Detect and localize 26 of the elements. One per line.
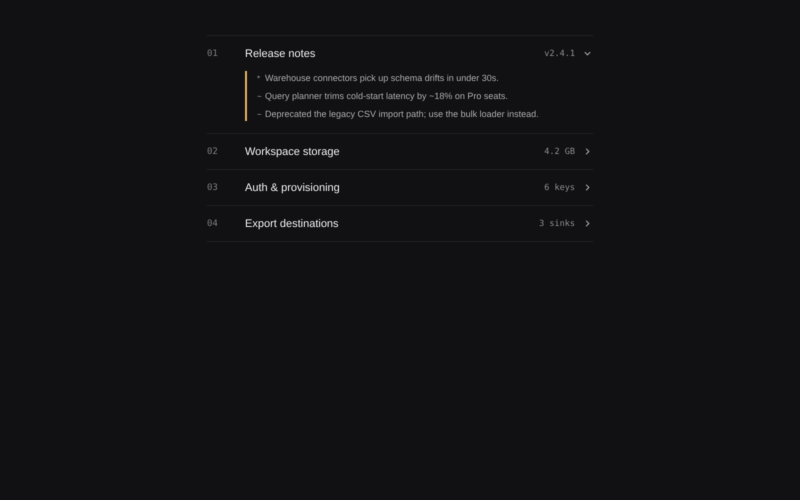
section-meta: 6 keys <box>544 182 575 192</box>
bullet-marker: − <box>257 110 259 119</box>
note-text: Warehouse connectors pick up schema drifts in under 30s. <box>265 72 499 84</box>
section-number: 02 <box>207 146 219 156</box>
section-meta: v2.4.1 <box>544 48 575 58</box>
section-title: Auth & provisioning <box>245 182 341 194</box>
section-meta: 4.2 GB <box>544 146 575 156</box>
bullet-marker: ~ <box>257 92 259 101</box>
section-title: Export destinations <box>245 218 340 230</box>
note-text: Deprecated the legacy CSV import path; use the bulk loader instead. <box>265 108 539 120</box>
bullet-marker: * <box>257 74 259 83</box>
section-header[interactable]: 04 Export destinations 3 sinks <box>207 206 593 241</box>
note-text: Query planner trims cold-start latency by ~18% on Pro seats. <box>265 90 508 102</box>
section-header[interactable]: 02 Workspace storage 4.2 GB <box>207 134 593 169</box>
section-number: 01 <box>207 48 219 58</box>
section-title: Workspace storage <box>245 146 341 158</box>
section-title: Release notes <box>245 48 316 60</box>
chevron-right-icon <box>583 219 592 228</box>
chevron-right-icon <box>583 147 592 156</box>
section-number: 04 <box>207 218 219 228</box>
chevron-down-icon <box>583 49 592 58</box>
section-header[interactable]: 01 Release notes v2.4.1 <box>207 36 593 71</box>
chevron-right-icon <box>583 183 592 192</box>
section-number: 03 <box>207 182 219 192</box>
section-meta: 3 sinks <box>539 218 575 228</box>
section-header[interactable]: 03 Auth & provisioning 6 keys <box>207 170 593 205</box>
